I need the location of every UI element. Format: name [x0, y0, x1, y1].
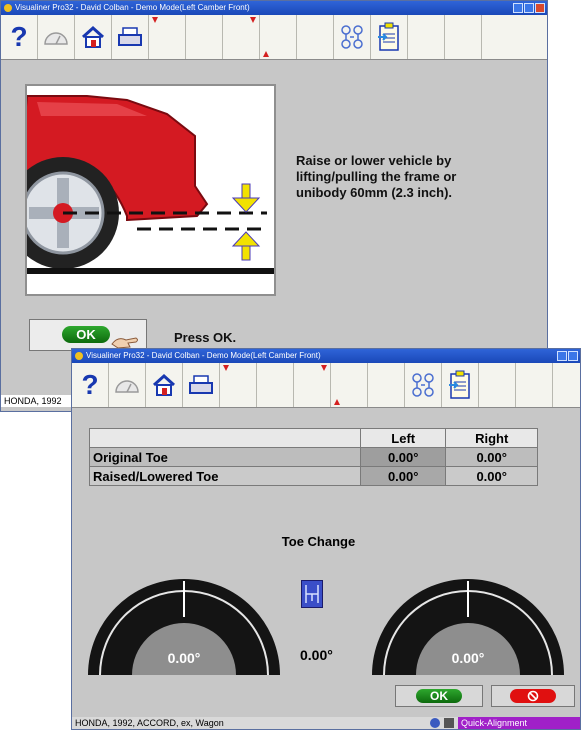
- raised-toe-right: 0.00°: [445, 466, 538, 486]
- gauge-icon: [115, 380, 139, 393]
- table-header-cell: [89, 428, 361, 448]
- front-ok-label: OK: [416, 689, 462, 703]
- back-status-vehicle: HONDA, 1992: [4, 396, 62, 406]
- lower-arrow-icon: [231, 183, 261, 213]
- cancel-icon: [510, 689, 556, 703]
- maximize-button[interactable]: [524, 3, 534, 13]
- clipboard-icon: [378, 22, 399, 51]
- cancel-button[interactable]: [491, 685, 575, 707]
- front-window-title: Visualiner Pro32 - David Colban - Demo M…: [86, 351, 321, 360]
- back-window-titlebar[interactable]: Visualiner Pro32 - David Colban - Demo M…: [1, 1, 547, 15]
- toolbar-slot-7[interactable]: [516, 363, 553, 407]
- home-button[interactable]: [146, 363, 183, 407]
- home-icon: [81, 25, 105, 48]
- toolbar-slot-5[interactable]: [297, 15, 334, 59]
- front-toolbar: ?: [72, 363, 580, 408]
- toolbar-slot-6[interactable]: [408, 15, 445, 59]
- original-toe-left: 0.00°: [359, 447, 447, 467]
- home-button[interactable]: [75, 15, 112, 59]
- gauge-button[interactable]: [109, 363, 146, 407]
- gauge-icon: [44, 32, 68, 45]
- toolbar-slot-1[interactable]: [149, 15, 186, 59]
- hand-icon: [111, 337, 138, 349]
- left-gauge-value: 0.00°: [168, 650, 201, 666]
- help-button[interactable]: ?: [72, 363, 109, 407]
- toolbar-slot-7[interactable]: [445, 15, 482, 59]
- vehicle-specs-icon: [412, 373, 434, 397]
- maximize-button[interactable]: [568, 351, 578, 361]
- toolbar-slot-6[interactable]: [479, 363, 516, 407]
- front-status-bar: HONDA, 1992, ACCORD, ex, Wagon Quick-Ali…: [72, 717, 580, 729]
- row-label: Original Toe: [89, 447, 361, 467]
- clipboard-icon: [449, 370, 470, 399]
- vehicle-specs-icon: [341, 25, 363, 49]
- original-toe-right: 0.00°: [445, 447, 538, 467]
- back-window-title: Visualiner Pro32 - David Colban - Demo M…: [15, 3, 250, 12]
- wheel-align-icon: [301, 580, 323, 608]
- toe-table-header: Left Right: [89, 428, 538, 448]
- raised-toe-left: 0.00°: [359, 466, 447, 486]
- back-toolbar: ?: [1, 15, 547, 60]
- table-row: Raised/Lowered Toe 0.00° 0.00°: [89, 466, 538, 486]
- print-button[interactable]: [112, 15, 149, 59]
- vehicle-specs-button[interactable]: [334, 15, 371, 59]
- printer-icon: [118, 27, 142, 46]
- clipboard-button[interactable]: [442, 363, 479, 407]
- center-toe-value: 0.00°: [300, 647, 333, 663]
- printer-icon: [189, 375, 213, 394]
- toolbar-slot-4[interactable]: [331, 363, 368, 407]
- row-label: Raised/Lowered Toe: [89, 466, 361, 486]
- instruction-text: Raise or lower vehicle by lifting/pullin…: [296, 153, 457, 200]
- toolbar-slot-4[interactable]: [260, 15, 297, 59]
- table-header-cell: Left: [359, 428, 447, 448]
- quick-alignment-badge[interactable]: Quick-Alignment: [458, 717, 580, 729]
- app-icon: [75, 352, 83, 360]
- toolbar-slot-1[interactable]: [220, 363, 257, 407]
- toe-table: Left Right Original Toe 0.00° 0.00° Rais…: [89, 428, 538, 486]
- right-toe-gauge: 0.00°: [372, 579, 564, 675]
- front-status-vehicle: HONDA, 1992, ACCORD, ex, Wagon: [75, 718, 224, 728]
- help-button[interactable]: ?: [1, 15, 38, 59]
- toolbar-slot-3[interactable]: [294, 363, 331, 407]
- status-device-icon: [444, 718, 454, 728]
- close-button[interactable]: [535, 3, 545, 13]
- minimize-button[interactable]: [513, 3, 523, 13]
- front-ok-button[interactable]: OK: [395, 685, 483, 707]
- front-window-titlebar[interactable]: Visualiner Pro32 - David Colban - Demo M…: [72, 349, 580, 363]
- toolbar-slot-5[interactable]: [368, 363, 405, 407]
- press-ok-text: Press OK.: [174, 330, 237, 345]
- help-icon: ?: [81, 369, 99, 400]
- vehicle-specs-button[interactable]: [405, 363, 442, 407]
- left-toe-gauge: 0.00°: [88, 579, 280, 675]
- minimize-button[interactable]: [557, 351, 567, 361]
- print-button[interactable]: [183, 363, 220, 407]
- help-icon: ?: [10, 21, 28, 52]
- table-row: Original Toe 0.00° 0.00°: [89, 447, 538, 467]
- gauge-button[interactable]: [38, 15, 75, 59]
- back-ok-button[interactable]: OK: [29, 319, 147, 351]
- toolbar-slot-2[interactable]: [257, 363, 294, 407]
- vehicle-height-illustration: [25, 84, 276, 296]
- toolbar-slot-2[interactable]: [186, 15, 223, 59]
- back-ok-label: OK: [62, 326, 110, 343]
- app-icon: [4, 4, 12, 12]
- raise-arrow-icon: [231, 231, 261, 261]
- clipboard-button[interactable]: [371, 15, 408, 59]
- table-header-cell: Right: [445, 428, 538, 448]
- toolbar-slot-3[interactable]: [223, 15, 260, 59]
- toe-change-title: Toe Change: [281, 534, 356, 549]
- home-icon: [152, 373, 176, 396]
- front-window: Visualiner Pro32 - David Colban - Demo M…: [71, 348, 581, 730]
- status-user-icon: [430, 718, 440, 728]
- right-gauge-value: 0.00°: [452, 650, 485, 666]
